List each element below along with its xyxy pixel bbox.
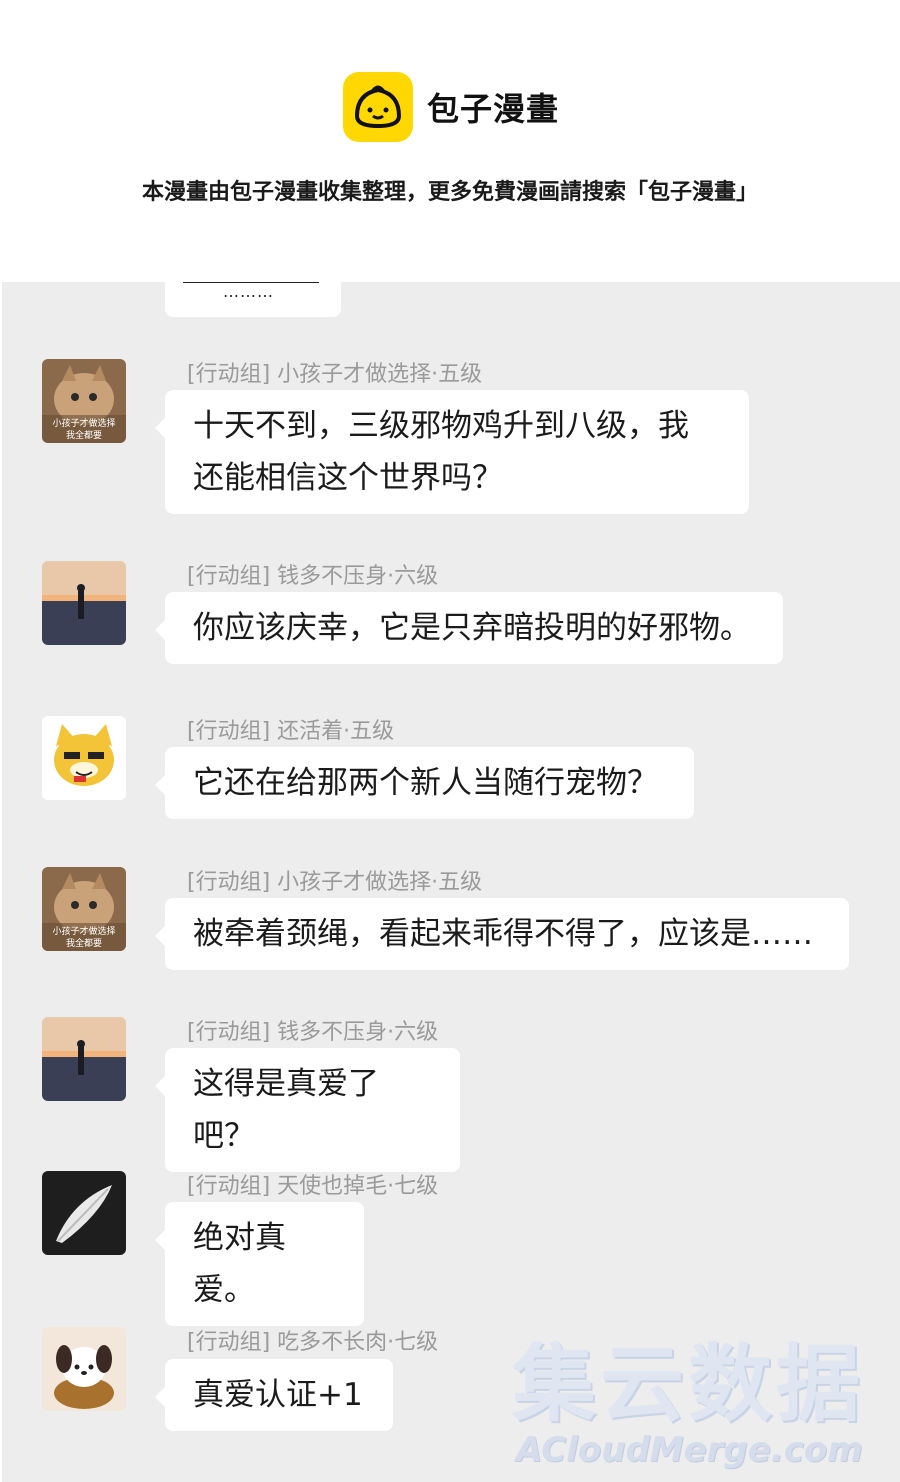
avatar-caption-line1: 小孩子才做选择 <box>52 925 115 937</box>
message-bubble[interactable]: 这得是真爱了吧？ <box>155 1048 460 1172</box>
message-line: 十天不到，三级邪物鸡升到八级，我 <box>193 408 689 444</box>
watermark: 集云数据 ACloudMerge.com <box>512 1338 892 1470</box>
sender-name: [行动组] 小孩子才做选择·五级 <box>187 870 483 895</box>
message-line: 它还在给那两个新人当随行宠物？ <box>193 765 658 801</box>
message-line: 还能相信这个世界吗？ <box>193 460 503 496</box>
cat-avatar[interactable]: 小孩子才做选择 我全都要 <box>42 359 126 443</box>
message-line: 绝对真爱。 <box>193 1220 286 1308</box>
message-bubble[interactable]: 绝对真爱。 <box>155 1202 364 1326</box>
doge-avatar[interactable] <box>42 716 126 800</box>
source-notice: 本漫畫由包子漫畫收集整理，更多免費漫画請搜索「包子漫畫」 <box>141 180 758 205</box>
brand-name: 包子漫畫 <box>427 90 560 128</box>
avatar-caption-line2: 我全都要 <box>66 429 102 441</box>
sender-name: [行动组] 吃多不长肉·七级 <box>187 1330 439 1355</box>
message-line: 这得是真爱了吧？ <box>193 1066 379 1154</box>
page-header: 包子漫畫 本漫畫由包子漫畫收集整理，更多免費漫画請搜索「包子漫畫」 <box>0 0 900 282</box>
watermark-chinese: 集云数据 <box>512 1335 865 1433</box>
sunset-silhouette-avatar[interactable] <box>42 1017 126 1101</box>
puppy-avatar[interactable] <box>42 1327 126 1411</box>
sender-name: [行动组] 钱多不压身·六级 <box>187 1020 439 1045</box>
feather-avatar[interactable] <box>42 1171 126 1255</box>
message-line: 你应该庆幸，它是只弃暗投明的好邪物。 <box>193 610 751 646</box>
message-bubble[interactable]: 真爱认证+1 <box>155 1359 393 1431</box>
message-bubble[interactable]: 十天不到，三级邪物鸡升到八级，我 还能相信这个世界吗？ <box>155 390 749 514</box>
message-line: 真爱认证+1 <box>193 1377 363 1413</box>
watermark-english: ACloudMerge.com <box>516 1430 863 1470</box>
sender-name: [行动组] 小孩子才做选择·五级 <box>187 362 483 387</box>
message-line: 被牵着颈绳，看起来乖得不得了，应该是…… <box>193 916 813 952</box>
previous-message-text: ……… <box>223 282 274 301</box>
previous-message-bubble: ……… <box>165 282 341 317</box>
sunset-silhouette-avatar[interactable] <box>42 561 126 645</box>
message-bubble[interactable]: 它还在给那两个新人当随行宠物？ <box>155 747 694 819</box>
cat-avatar[interactable]: 小孩子才做选择 我全都要 <box>42 867 126 951</box>
sender-name: [行动组] 钱多不压身·六级 <box>187 564 439 589</box>
baozi-logo-icon <box>343 72 413 142</box>
message-bubble[interactable]: 你应该庆幸，它是只弃暗投明的好邪物。 <box>155 592 783 664</box>
avatar-caption-line1: 小孩子才做选择 <box>52 417 115 429</box>
brand[interactable]: 包子漫畫 <box>343 72 559 142</box>
avatar-caption-line2: 我全都要 <box>66 937 102 949</box>
chat-screenshot: ……… 小孩子才做选择 我全都要 [行动组] 小孩子才做选择·五级 十天不到，三… <box>2 282 900 1482</box>
sender-name: [行动组] 还活着·五级 <box>187 719 395 744</box>
message-bubble[interactable]: 被牵着颈绳，看起来乖得不得了，应该是…… <box>155 898 849 970</box>
sender-name: [行动组] 天使也掉毛·七级 <box>187 1174 439 1199</box>
